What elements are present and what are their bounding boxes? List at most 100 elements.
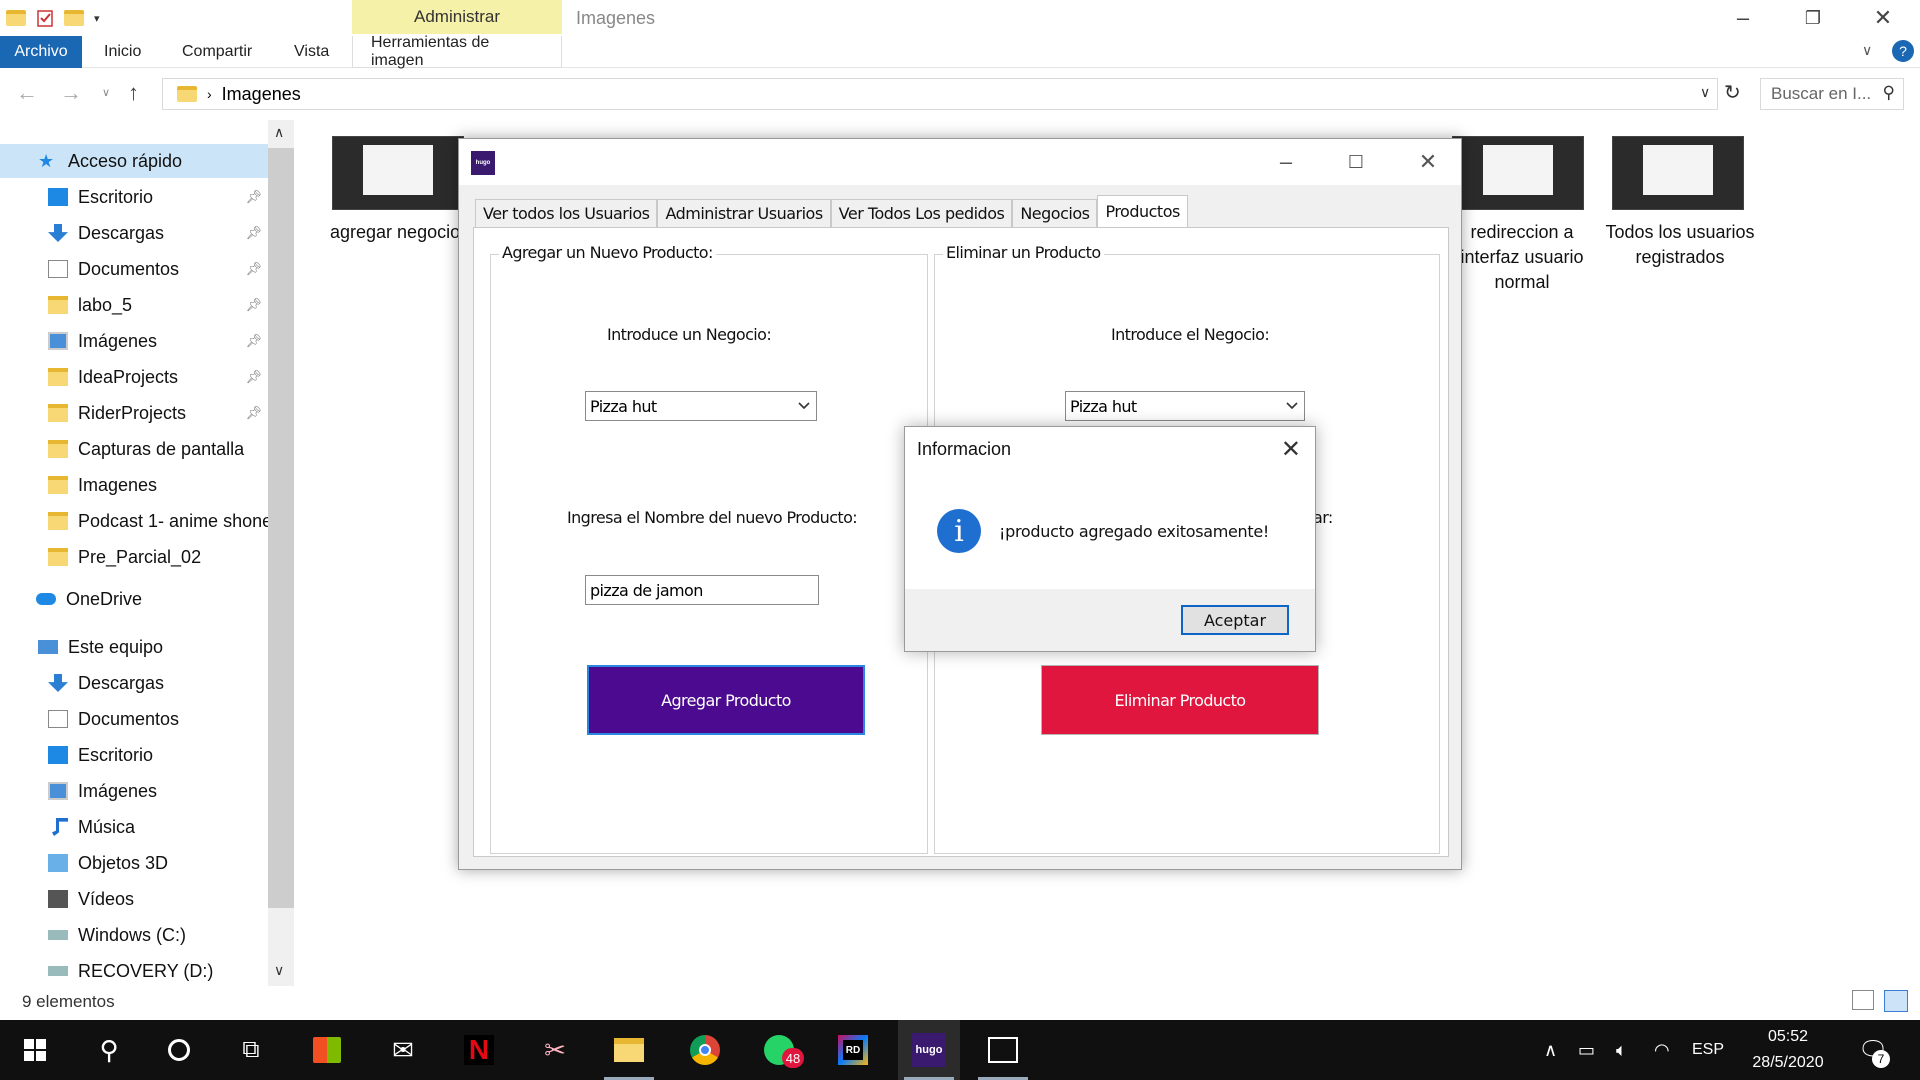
pin-icon[interactable]: 📌︎ <box>245 261 262 277</box>
scroll-down-icon[interactable]: ∨ <box>274 962 284 979</box>
up-icon[interactable]: ↑ <box>128 80 139 106</box>
large-icons-view-icon[interactable] <box>1884 990 1908 1012</box>
pictures-icon <box>48 782 68 800</box>
clock[interactable]: 05:52 28/5/2020 <box>1748 1020 1828 1080</box>
address-dropdown-icon[interactable]: ∨ <box>1700 84 1710 101</box>
sidebar-item-podcast-1-anime-shone[interactable]: Podcast 1- anime shone <box>0 504 270 538</box>
file-thumbnail[interactable] <box>332 136 464 210</box>
back-icon[interactable]: ← <box>16 80 38 106</box>
sidebar-item-recovery-d-[interactable]: RECOVERY (D:) <box>0 954 268 988</box>
sidebar-item-quick-access[interactable]: ★ Acceso rápido <box>0 144 268 178</box>
app-minimize-button[interactable]: – <box>1261 147 1311 177</box>
delete-business-select[interactable]: Pizza hut <box>1065 391 1305 421</box>
snip-sketch-icon[interactable]: ✂ <box>524 1020 586 1080</box>
details-view-icon[interactable] <box>1852 990 1874 1010</box>
delete-product-button[interactable]: Eliminar Producto <box>1041 665 1319 735</box>
sidebar-item-documentos[interactable]: Documentos <box>0 702 268 736</box>
notifications-button[interactable]: 🗨︎ 7 <box>1858 1020 1890 1080</box>
file-label[interactable]: redireccion a interfaz usuario normal <box>1442 220 1602 295</box>
sidebar-item-objetos-3d[interactable]: Objetos 3D <box>0 846 268 880</box>
tab-negocios[interactable]: Negocios <box>1012 199 1098 227</box>
tab-productos[interactable]: Productos <box>1097 195 1188 227</box>
pin-icon[interactable]: 📌︎ <box>245 225 262 241</box>
pin-icon[interactable]: 📌︎ <box>245 189 262 205</box>
forward-icon[interactable]: → <box>60 80 82 106</box>
pin-icon[interactable]: 📌︎ <box>245 297 262 313</box>
language-indicator[interactable]: ESP <box>1692 1020 1724 1080</box>
restore-button[interactable]: ❐ <box>1790 4 1836 32</box>
new-folder-icon[interactable] <box>64 10 84 26</box>
search-taskbar-icon[interactable]: ⚲ <box>78 1020 140 1080</box>
sidebar-item-pre-parcial-02[interactable]: Pre_Parcial_02 <box>0 540 268 574</box>
show-hidden-icons-icon[interactable]: ∧ <box>1544 1020 1557 1080</box>
sidebar-item-descargas[interactable]: Descargas 📌︎ <box>0 216 268 250</box>
expand-ribbon-icon[interactable]: ∨ <box>1862 42 1872 59</box>
sidebar-item-vídeos[interactable]: Vídeos <box>0 882 268 916</box>
recent-locations-icon[interactable]: ∨ <box>102 86 110 99</box>
app-maximize-button[interactable]: ☐ <box>1331 147 1381 177</box>
close-button[interactable]: ✕ <box>1860 4 1906 32</box>
photos-icon[interactable] <box>972 1020 1034 1080</box>
properties-icon[interactable] <box>36 8 54 28</box>
refresh-icon[interactable]: ↻ <box>1724 80 1741 105</box>
store-icon[interactable] <box>296 1020 358 1080</box>
pin-icon[interactable]: 📌︎ <box>245 333 262 349</box>
hugo-app-taskbar-button[interactable]: hugo <box>898 1020 960 1080</box>
file-thumbnail[interactable] <box>1612 136 1744 210</box>
sidebar-item-windows-c-[interactable]: Windows (C:) <box>0 918 268 952</box>
videos-icon <box>48 890 68 908</box>
tab-ver-todos-los-usuarios[interactable]: Ver todos los Usuarios <box>475 199 658 227</box>
tab-archivo[interactable]: Archivo <box>0 36 82 68</box>
dialog-close-button[interactable]: ✕ <box>1281 435 1301 464</box>
chrome-icon[interactable] <box>674 1020 736 1080</box>
battery-icon[interactable]: ▭ <box>1578 1020 1595 1080</box>
sidebar-item-imágenes[interactable]: Imágenes <box>0 774 268 808</box>
sidebar-item-descargas[interactable]: Descargas <box>0 666 268 700</box>
sidebar-item-onedrive[interactable]: OneDrive <box>0 582 268 616</box>
sidebar-item-música[interactable]: Música <box>0 810 268 844</box>
business-select[interactable]: Pizza hut <box>585 391 817 421</box>
app-close-button[interactable]: ✕ <box>1403 147 1453 177</box>
whatsapp-icon[interactable]: 48 <box>748 1020 810 1080</box>
help-icon[interactable]: ? <box>1892 40 1914 62</box>
sidebar-scroll-thumb[interactable] <box>268 148 294 908</box>
tab-herramientas-de-imagen[interactable]: Herramientas de imagen <box>352 34 562 69</box>
start-button[interactable] <box>4 1020 66 1080</box>
tab-ver-todos-los-pedidos[interactable]: Ver Todos Los pedidos <box>830 199 1013 227</box>
file-explorer-taskbar-icon[interactable] <box>598 1020 660 1080</box>
tab-inicio[interactable]: Inicio <box>104 36 141 68</box>
file-thumbnail[interactable] <box>1452 136 1584 210</box>
sidebar-item-escritorio[interactable]: Escritorio 📌︎ <box>0 180 268 214</box>
tab-compartir[interactable]: Compartir <box>182 36 252 68</box>
ok-button[interactable]: Aceptar <box>1181 605 1289 635</box>
customize-toolbar-icon[interactable]: ▾ <box>94 12 100 25</box>
mail-icon[interactable]: ✉ <box>372 1020 434 1080</box>
volume-icon[interactable]: 🔈︎ <box>1616 1020 1627 1080</box>
sidebar-item-imagenes[interactable]: Imagenes <box>0 468 268 502</box>
add-product-button[interactable]: Agregar Producto <box>587 665 865 735</box>
netflix-icon[interactable]: N <box>448 1020 510 1080</box>
wifi-icon[interactable]: ◠ <box>1654 1020 1670 1080</box>
sidebar-item-ideaprojects[interactable]: IdeaProjects 📌︎ <box>0 360 268 394</box>
search-input[interactable]: Buscar en I... ⚲ <box>1760 78 1904 110</box>
sidebar-item-riderprojects[interactable]: RiderProjects 📌︎ <box>0 396 268 430</box>
sidebar-item-escritorio[interactable]: Escritorio <box>0 738 268 772</box>
rider-icon[interactable]: RD <box>822 1020 884 1080</box>
address-bar[interactable]: › Imagenes <box>162 78 1718 110</box>
sidebar-item-imágenes[interactable]: Imágenes 📌︎ <box>0 324 268 358</box>
tab-vista[interactable]: Vista <box>294 36 329 68</box>
task-view-icon[interactable]: ⧉ <box>220 1020 282 1080</box>
file-label[interactable]: Todos los usuarios registrados <box>1600 220 1760 270</box>
product-name-input[interactable]: pizza de jamon <box>585 575 819 605</box>
scroll-up-icon[interactable]: ∧ <box>274 124 284 141</box>
minimize-button[interactable]: – <box>1720 4 1766 32</box>
sidebar-item-this-pc[interactable]: Este equipo <box>0 630 268 664</box>
sidebar-item-documentos[interactable]: Documentos 📌︎ <box>0 252 268 286</box>
pin-icon[interactable]: 📌︎ <box>245 405 262 421</box>
tab-administrar-usuarios[interactable]: Administrar Usuarios <box>657 199 831 227</box>
sidebar-item-labo-5[interactable]: labo_5 📌︎ <box>0 288 268 322</box>
sidebar-item-capturas-de-pantalla[interactable]: Capturas de pantalla <box>0 432 268 466</box>
pin-icon[interactable]: 📌︎ <box>245 369 262 385</box>
cortana-icon[interactable] <box>148 1020 210 1080</box>
folder-icon[interactable] <box>6 10 26 26</box>
